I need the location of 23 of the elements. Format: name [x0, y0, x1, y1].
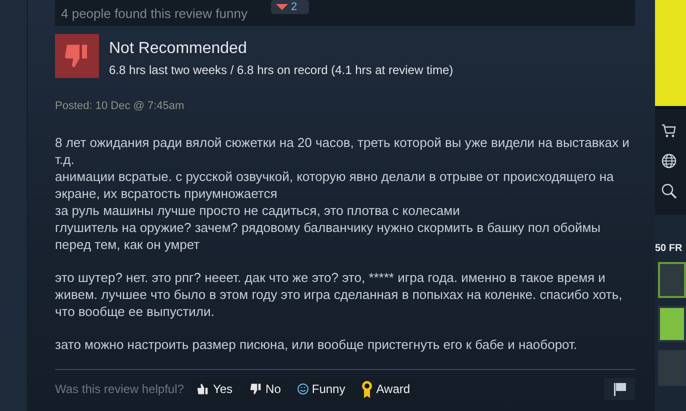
cart-icon[interactable] [661, 123, 677, 139]
review-verdict: Not Recommended [109, 40, 248, 58]
review-text: за руль машины лучше просто не садиться, это плотва с колесами [55, 202, 461, 219]
friend-avatar[interactable] [658, 306, 686, 342]
playtime-text: 6.8 hrs last two weeks / 6.8 hrs on record (4.1 hrs at review time) [109, 63, 454, 77]
award-count: 2 [291, 1, 298, 13]
thumbs-up-icon [196, 382, 210, 396]
flag-icon [612, 382, 626, 396]
review-text: зато можно настроить размер писюна, или вообще пристегнуть его к бабе и наоборот. [55, 336, 578, 353]
thumbs-down-icon [248, 382, 263, 396]
smiley-icon [296, 383, 309, 395]
funny-count-text: 4 people found this review funny [61, 6, 248, 20]
review-text: 8 лет ожидания ради вялой сюжетки на 20 часов, треть которой вы уже видели на выставках и т.д. [55, 134, 630, 168]
award-badge[interactable]: 2 [271, 0, 309, 14]
posted-date: Posted: 10 Dec @ 7:45am [55, 100, 186, 112]
globe-icon[interactable] [661, 153, 677, 169]
report-button[interactable] [604, 378, 635, 400]
friends-heading: 50 FR [655, 243, 684, 254]
friend-avatar[interactable] [658, 262, 686, 298]
search-icon[interactable] [661, 183, 677, 199]
review-text: глушитель на оружие? зачем? рядовому балванчику нужно скормить в башку пол обоймы перед тем, как он умрет [55, 219, 602, 253]
review-text: это шутер? нет. это рпг? нееет. дак что же это? это, ***** игра года. именно в такое время и живем. лучшее что было в этом году это игра сделанная в попыхах на коленке. спасибо хоть, что вообще ее выпустили. [55, 269, 624, 320]
helpful-prompt: Was this review helpful? [55, 382, 184, 396]
